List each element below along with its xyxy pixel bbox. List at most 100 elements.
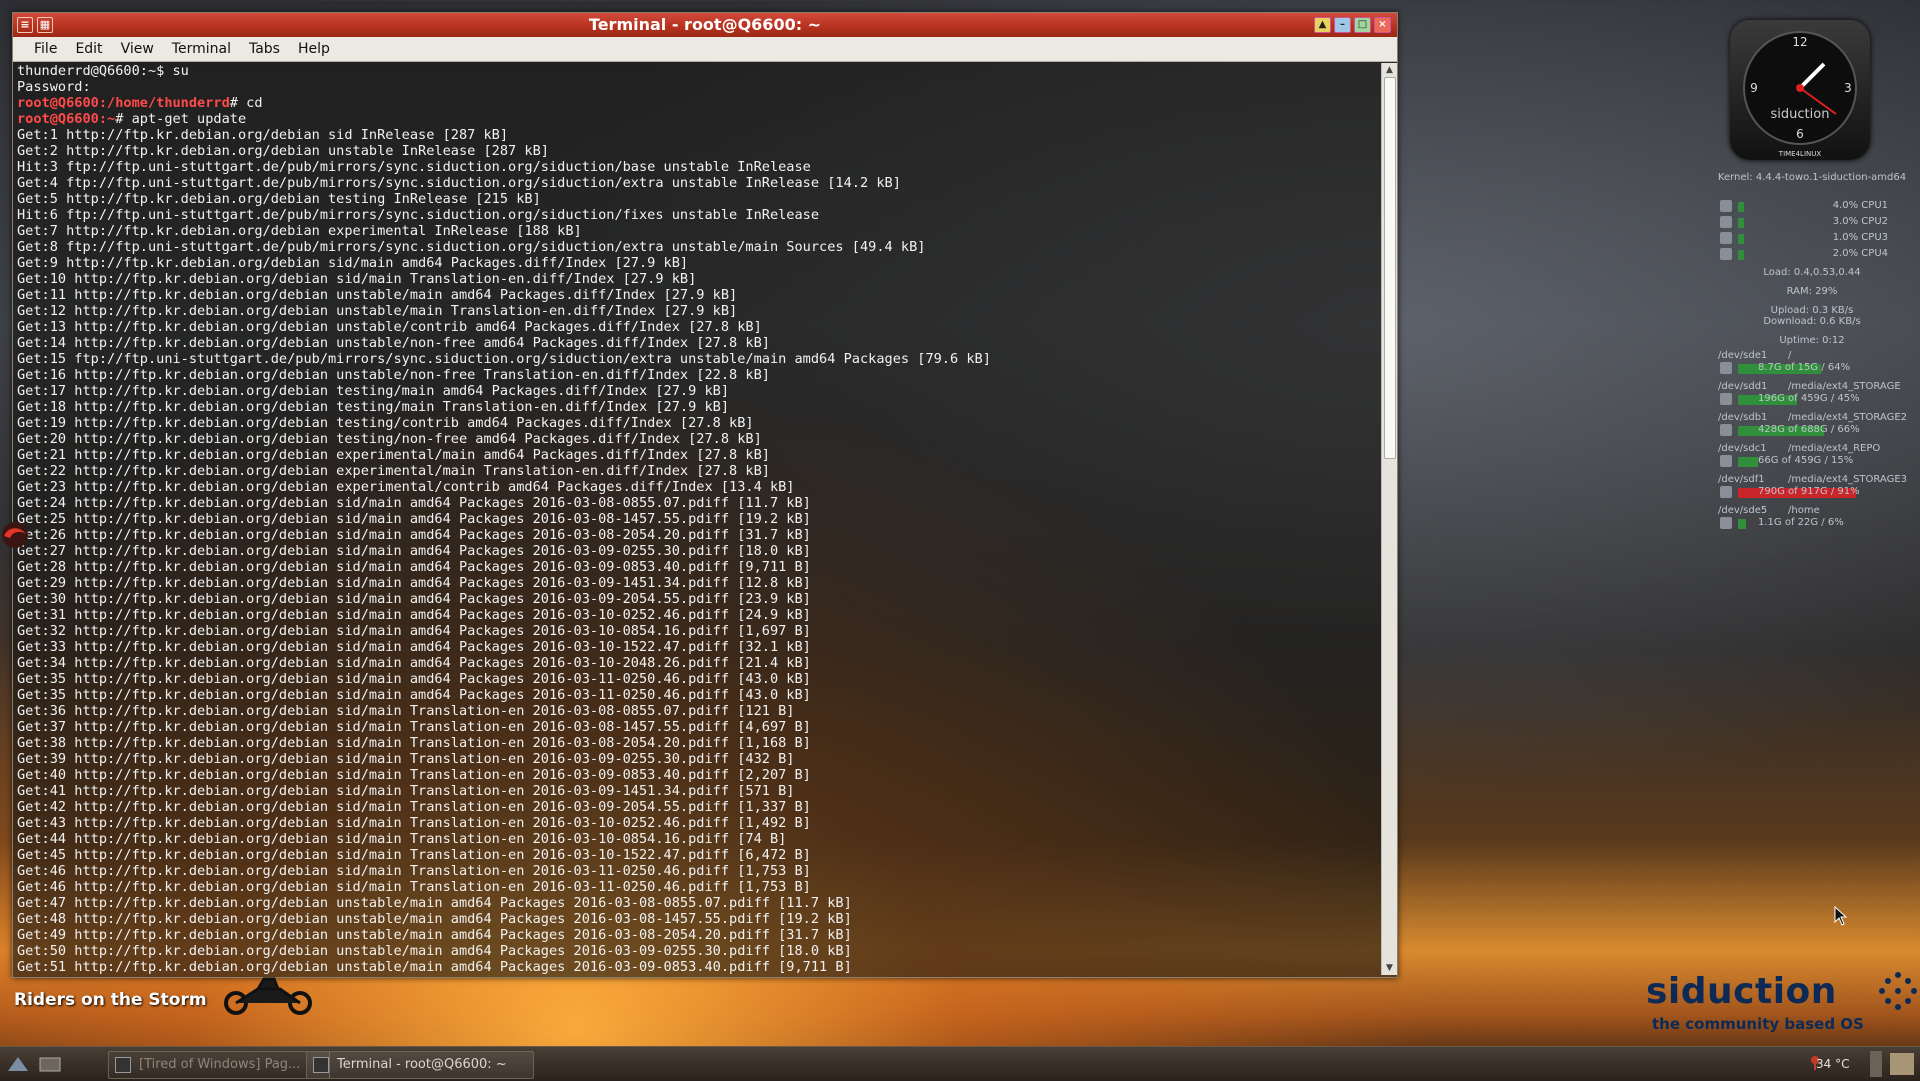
menu-file[interactable]: File xyxy=(25,41,66,57)
terminal-text: Get:2 http://ftp.kr.debian.org/debian un… xyxy=(17,143,549,159)
menu-terminal[interactable]: Terminal xyxy=(163,41,240,57)
task-firefox[interactable]: [Tired of Windows] Pag... xyxy=(108,1051,330,1079)
kernel-version: Kernel: 4.4.4-towo.1-siduction-amd64 xyxy=(1717,172,1907,183)
drive-icon xyxy=(1720,393,1732,405)
terminal-text: Get:25 http://ftp.kr.debian.org/debian s… xyxy=(17,511,811,527)
disk-usage: 428G of 688G / 66% xyxy=(1712,423,1912,439)
disk-header: /dev/sdd1/media/ext4_STORAGE xyxy=(1718,381,1912,392)
terminal-output[interactable]: thunderrd@Q6600:~$ su Password: root@Q6600… xyxy=(15,63,1381,975)
disk-usage: 8.7G of 15G / 64% xyxy=(1712,361,1912,377)
menu-help[interactable]: Help xyxy=(289,41,339,57)
terminal-text: Get:30 http://ftp.kr.debian.org/debian s… xyxy=(17,591,811,607)
show-desktop-icon[interactable] xyxy=(38,1053,62,1075)
menu-view[interactable]: View xyxy=(112,41,163,57)
terminal-icon xyxy=(313,1057,329,1073)
terminal-line: thunderrd@Q6600:~$ su xyxy=(17,63,1381,79)
terminal-line: Get:20 http://ftp.kr.debian.org/debian t… xyxy=(17,431,1381,447)
terminal-text: Hit:3 ftp://ftp.uni-stuttgart.de/pub/mir… xyxy=(17,159,811,175)
disk-header: /dev/sdf1/media/ext4_STORAGE3 xyxy=(1718,474,1912,485)
tray-temperature[interactable]: 34 °C xyxy=(1816,1057,1849,1071)
terminal-line: Get:9 http://ftp.kr.debian.org/debian si… xyxy=(17,255,1381,271)
terminal-text: Get:49 http://ftp.kr.debian.org/debian u… xyxy=(17,927,852,943)
shade-icon[interactable]: ▲ xyxy=(1314,17,1331,33)
minimize-icon[interactable]: – xyxy=(1334,17,1351,33)
tray-pager[interactable] xyxy=(1870,1051,1882,1077)
terminal-text: Get:18 http://ftp.kr.debian.org/debian t… xyxy=(17,399,730,415)
terminal-line: Get:4 ftp://ftp.uni-stuttgart.de/pub/mir… xyxy=(17,175,1381,191)
menu-edit[interactable]: Edit xyxy=(66,41,111,57)
terminal-text: Get:40 http://ftp.kr.debian.org/debian s… xyxy=(17,767,811,783)
disk-usage: 66G of 459G / 15% xyxy=(1712,454,1912,470)
terminal-line: Get:48 http://ftp.kr.debian.org/debian u… xyxy=(17,911,1381,927)
upload-rate: Upload: 0.3 KB/s xyxy=(1770,305,1854,316)
window-menu-icon[interactable]: ≡ xyxy=(17,17,33,33)
cpu-value: 4.0% CPU1 xyxy=(1832,200,1888,211)
cpu-row: 2.0% CPU4 xyxy=(1712,247,1912,263)
scrollbar-thumb[interactable] xyxy=(1384,77,1396,459)
terminal-line: Get:46 http://ftp.kr.debian.org/debian s… xyxy=(17,863,1381,879)
menu-tabs[interactable]: Tabs xyxy=(240,41,289,57)
terminal-line: Get:40 http://ftp.kr.debian.org/debian s… xyxy=(17,767,1381,783)
terminal-text: Get:5 http://ftp.kr.debian.org/debian te… xyxy=(17,191,541,207)
tray-clock-area[interactable] xyxy=(1890,1053,1914,1075)
terminal-line: Get:1 http://ftp.kr.debian.org/debian si… xyxy=(17,127,1381,143)
motorcycle-icon xyxy=(224,977,312,1015)
disk-header: /dev/sde5/home xyxy=(1718,505,1912,516)
terminal-line: root@Q6600:~# apt-get update xyxy=(17,111,1381,127)
clock-numeral-6: 6 xyxy=(1796,127,1804,141)
terminal-text: Get:46 http://ftp.kr.debian.org/debian s… xyxy=(17,879,811,895)
ram-usage: RAM: 29% xyxy=(1786,286,1838,297)
disk-usage-text: 428G of 688G / 66% xyxy=(1758,424,1860,435)
swirl-icon xyxy=(2,522,28,548)
terminal-scrollbar[interactable]: ▲ ▼ xyxy=(1381,63,1397,975)
terminal-line: Get:36 http://ftp.kr.debian.org/debian s… xyxy=(17,703,1381,719)
window-sticky-icon[interactable]: ▦ xyxy=(37,17,53,33)
window-title: Terminal - root@Q6600: ~ xyxy=(588,15,822,34)
terminal-text: Get:28 http://ftp.kr.debian.org/debian s… xyxy=(17,559,811,575)
disk-mount: /media/ext4_STORAGE2 xyxy=(1788,412,1908,423)
terminal-line: Get:2 http://ftp.kr.debian.org/debian un… xyxy=(17,143,1381,159)
terminal-text: Password: xyxy=(17,79,91,95)
uptime: Uptime: 0:12 xyxy=(1779,335,1845,346)
terminal-window[interactable]: ≡ ▦ Terminal - root@Q6600: ~ ▲ – □ × Fil… xyxy=(12,12,1398,978)
terminal-text: Get:45 http://ftp.kr.debian.org/debian s… xyxy=(17,847,811,863)
terminal-line: Get:28 http://ftp.kr.debian.org/debian s… xyxy=(17,559,1381,575)
task-terminal[interactable]: Terminal - root@Q6600: ~ xyxy=(306,1051,534,1079)
clock-face: 12 3 6 9 siduction xyxy=(1743,31,1857,145)
terminal-line: Get:7 http://ftp.kr.debian.org/debian ex… xyxy=(17,223,1381,239)
close-icon[interactable]: × xyxy=(1374,17,1391,33)
clock-brand: siduction xyxy=(1771,107,1830,122)
disk-device: /dev/sdd1 xyxy=(1718,381,1768,392)
terminal-text: Get:7 http://ftp.kr.debian.org/debian ex… xyxy=(17,223,582,239)
terminal-line: Get:15 ftp://ftp.uni-stuttgart.de/pub/mi… xyxy=(17,351,1381,367)
analog-clock: 12 3 6 9 siduction TIME4LINUX xyxy=(1730,20,1870,160)
mouse-pointer-icon xyxy=(1834,906,1848,926)
logo-word: siduction xyxy=(1646,971,1837,1012)
terminal-line: Get:14 http://ftp.kr.debian.org/debian u… xyxy=(17,335,1381,351)
disk-usage: 790G of 917G / 91% xyxy=(1712,485,1912,501)
scroll-down-icon[interactable]: ▼ xyxy=(1382,961,1397,975)
disk-mount: /media/ext4_STORAGE xyxy=(1788,381,1901,392)
terminal-text: thunderrd@Q6600:~$ su xyxy=(17,63,189,79)
disk-header: /dev/sdc1/media/ext4_REPO xyxy=(1718,443,1912,454)
menu-bar: File Edit View Terminal Tabs Help xyxy=(13,37,1397,62)
terminal-line: Hit:3 ftp://ftp.uni-stuttgart.de/pub/mir… xyxy=(17,159,1381,175)
disk-usage-text: 66G of 459G / 15% xyxy=(1758,455,1854,466)
start-menu-icon[interactable] xyxy=(6,1053,30,1075)
task-label: Terminal - root@Q6600: ~ xyxy=(337,1057,507,1072)
clock-numeral-3: 3 xyxy=(1844,81,1852,95)
terminal-text: Get:46 http://ftp.kr.debian.org/debian s… xyxy=(17,863,811,879)
terminal-line: Get:22 http://ftp.kr.debian.org/debian e… xyxy=(17,463,1381,479)
window-titlebar[interactable]: ≡ ▦ Terminal - root@Q6600: ~ ▲ – □ × xyxy=(13,13,1397,37)
terminal-text: Hit:6 ftp://ftp.uni-stuttgart.de/pub/mir… xyxy=(17,207,820,223)
maximize-icon[interactable]: □ xyxy=(1354,17,1371,33)
terminal-text: Get:27 http://ftp.kr.debian.org/debian s… xyxy=(17,543,811,559)
terminal-text: Get:14 http://ftp.kr.debian.org/debian u… xyxy=(17,335,770,351)
terminal-line: Get:45 http://ftp.kr.debian.org/debian s… xyxy=(17,847,1381,863)
terminal-text: Get:24 http://ftp.kr.debian.org/debian s… xyxy=(17,495,811,511)
terminal-text: Get:11 http://ftp.kr.debian.org/debian u… xyxy=(17,287,738,303)
terminal-text: Get:15 ftp://ftp.uni-stuttgart.de/pub/mi… xyxy=(17,351,991,367)
scroll-up-icon[interactable]: ▲ xyxy=(1382,63,1397,77)
terminal-text: Get:8 ftp://ftp.uni-stuttgart.de/pub/mir… xyxy=(17,239,926,255)
terminal-text: Get:19 http://ftp.kr.debian.org/debian t… xyxy=(17,415,754,431)
